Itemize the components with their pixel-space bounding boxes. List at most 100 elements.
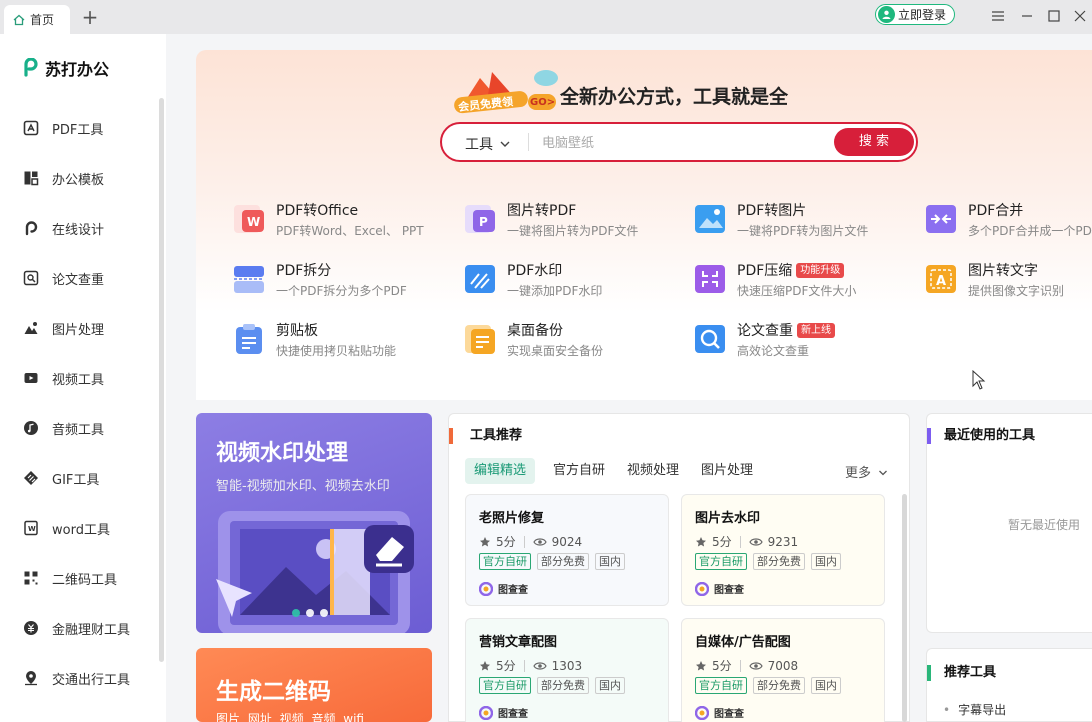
sidebar-item-template[interactable]: 办公模板 xyxy=(22,166,104,190)
banner-subtitle: 智能-视频加水印、视频去水印 xyxy=(216,479,390,494)
mouse-cursor-icon xyxy=(972,370,986,390)
tool-clipboard[interactable]: 剪贴板 快捷使用拷贝粘贴功能 xyxy=(232,320,442,362)
sidebar-item-qrcode[interactable]: 二维码工具 xyxy=(22,566,117,590)
menu-icon[interactable] xyxy=(988,6,1008,26)
qrcode-banner[interactable]: 生成二维码 图片 网址 视频 音频 wifi xyxy=(196,648,432,722)
sidebar-item-travel[interactable]: 交通出行工具 xyxy=(22,666,130,690)
image-to-pdf-icon: P xyxy=(465,205,495,233)
tool-desc: 高效论文查重 xyxy=(737,344,810,358)
tool-desc: 实现桌面安全备份 xyxy=(507,344,604,358)
tag-freemium: 部分免费 xyxy=(753,677,805,694)
more-button[interactable]: 更多 xyxy=(845,462,888,481)
card-meta: 5分 9024 xyxy=(479,533,582,550)
video-watermark-banner[interactable]: 视频水印处理 智能-视频加水印、视频去水印 xyxy=(196,413,432,633)
banner-title: 视频水印处理 xyxy=(216,441,349,466)
qrcode-icon xyxy=(22,569,40,587)
banner-title: 生成二维码 xyxy=(216,679,331,705)
sidebar: 苏打办公 PDF工具 办公模板 在线设计 论文查重 图片处理 视频工具 音频工具… xyxy=(0,34,166,722)
minimize-icon[interactable] xyxy=(1017,6,1037,26)
tool-desc: PDF转Word、Excel、 PPT xyxy=(276,224,424,238)
chevron-down-icon xyxy=(879,470,888,476)
tool-pdf-compress[interactable]: PDF压缩 功能升级 快速压缩PDF文件大小 xyxy=(693,260,903,302)
panel-title: 推荐工具 xyxy=(927,665,996,681)
card-title: 自媒体/广告配图 xyxy=(695,635,791,650)
recent-tools-panel: 最近使用的工具 暂无最近使用 xyxy=(926,413,1092,633)
sidebar-item-label: 音频工具 xyxy=(52,422,105,438)
sidebar-item-label: 在线设计 xyxy=(52,222,105,238)
eye-icon xyxy=(748,661,763,670)
tool-desc: 快速压缩PDF文件大小 xyxy=(737,284,857,298)
tool-image-to-text[interactable]: A 图片转文字 提供图像文字识别 xyxy=(924,260,1092,302)
search-bar: 工具 搜 索 xyxy=(440,122,918,162)
card-source: 图查查 xyxy=(479,705,528,720)
tuchacha-logo-icon xyxy=(695,705,709,720)
tab-image[interactable]: 图片处理 xyxy=(701,458,753,484)
sidebar-item-gif[interactable]: GIF工具 xyxy=(22,466,99,490)
login-button[interactable]: 立即登录 xyxy=(875,4,955,25)
search-button[interactable]: 搜 索 xyxy=(834,128,914,156)
tool-pdf-watermark[interactable]: PDF水印 一键添加PDF水印 xyxy=(463,260,673,302)
carousel-dot[interactable] xyxy=(292,609,300,617)
pdf-icon xyxy=(22,119,40,137)
recommend-scrollbar[interactable] xyxy=(902,494,907,722)
tool-pdf-split[interactable]: PDF拆分 一个PDF拆分为多个PDF xyxy=(232,260,442,302)
tool-name: 桌面备份 xyxy=(507,323,563,339)
tag-freemium: 部分免费 xyxy=(753,553,805,570)
sidebar-item-paper-check[interactable]: 论文查重 xyxy=(22,266,104,290)
location-icon xyxy=(22,669,40,687)
tool-name: 图片转PDF xyxy=(507,203,577,219)
star-icon xyxy=(696,536,706,546)
carousel-dot[interactable] xyxy=(320,609,328,617)
tab-video[interactable]: 视频处理 xyxy=(627,458,679,484)
tool-card[interactable]: 图片去水印 5分 9231 官方自研 部分免费 国内 图查查 xyxy=(681,494,885,606)
member-promo[interactable]: 会员免费领 GO> xyxy=(452,68,562,120)
tab-official[interactable]: 官方自研 xyxy=(553,458,605,484)
close-icon[interactable] xyxy=(1070,6,1090,26)
video-icon xyxy=(22,369,40,387)
recommended-tools-panel: 推荐工具 字幕导出 xyxy=(926,648,1092,722)
tool-pdf-merge[interactable]: PDF合并 多个PDF合并成一个PDF xyxy=(924,200,1092,242)
tool-card[interactable]: 老照片修复 5分 9024 官方自研 部分免费 国内 图查查 xyxy=(465,494,669,606)
watermark-icon xyxy=(465,265,495,293)
search-input[interactable] xyxy=(542,132,822,154)
image-icon xyxy=(22,319,40,337)
svg-text:P: P xyxy=(479,215,488,229)
home-icon xyxy=(13,14,25,25)
sidebar-item-audio[interactable]: 音频工具 xyxy=(22,416,104,440)
card-views: 7008 xyxy=(767,658,799,673)
sidebar-item-design[interactable]: 在线设计 xyxy=(22,216,104,240)
ocr-icon: A xyxy=(926,265,956,293)
maximize-icon[interactable] xyxy=(1044,6,1064,26)
sidebar-item-video[interactable]: 视频工具 xyxy=(22,366,104,390)
sidebar-item-finance[interactable]: 金融理财工具 xyxy=(22,616,130,640)
tool-pdf-to-image[interactable]: PDF转图片 一键将PDF转为图片文件 xyxy=(693,200,903,242)
recommended-tool-item[interactable]: 字幕导出 xyxy=(943,701,1006,718)
tool-card[interactable]: 自媒体/广告配图 5分 7008 官方自研 部分免费 国内 图查查 xyxy=(681,618,885,722)
tool-desktop-backup[interactable]: 桌面备份 实现桌面安全备份 xyxy=(463,320,673,362)
search-divider xyxy=(528,133,529,151)
card-meta: 5分 1303 xyxy=(479,657,582,674)
tag-official: 官方自研 xyxy=(479,677,531,694)
tool-desc: 一键添加PDF水印 xyxy=(507,284,603,298)
add-tab-button[interactable]: + xyxy=(80,7,100,27)
tag-domestic: 国内 xyxy=(595,677,625,694)
tab-label: 首页 xyxy=(30,13,55,27)
tool-image-to-pdf[interactable]: P 图片转PDF 一键将图片转为PDF文件 xyxy=(463,200,673,242)
sidebar-item-image[interactable]: 图片处理 xyxy=(22,316,104,340)
carousel-dot[interactable] xyxy=(306,609,314,617)
search-category-select[interactable]: 工具 xyxy=(465,134,511,154)
tool-paper-check[interactable]: 论文查重 新上线 高效论文查重 xyxy=(693,320,903,362)
tab-home[interactable]: 首页 xyxy=(4,5,70,34)
user-avatar-icon xyxy=(878,6,895,23)
svg-text:W: W xyxy=(28,525,36,533)
finance-icon xyxy=(22,619,40,637)
tab-editor-picks[interactable]: 编辑精选 xyxy=(465,458,536,484)
tag-official: 官方自研 xyxy=(695,677,747,694)
pdf-to-word-icon: W xyxy=(234,205,264,233)
tag-domestic: 国内 xyxy=(811,553,841,570)
tool-card[interactable]: 营销文章配图 5分 1303 官方自研 部分免费 国内 图查查 xyxy=(465,618,669,722)
sidebar-item-word[interactable]: W word工具 xyxy=(22,516,110,540)
tool-pdf-to-office[interactable]: W PDF转Office PDF转Word、Excel、 PPT xyxy=(232,200,442,242)
sidebar-item-pdf[interactable]: PDF工具 xyxy=(22,116,103,140)
sidebar-scrollbar[interactable] xyxy=(159,98,164,662)
